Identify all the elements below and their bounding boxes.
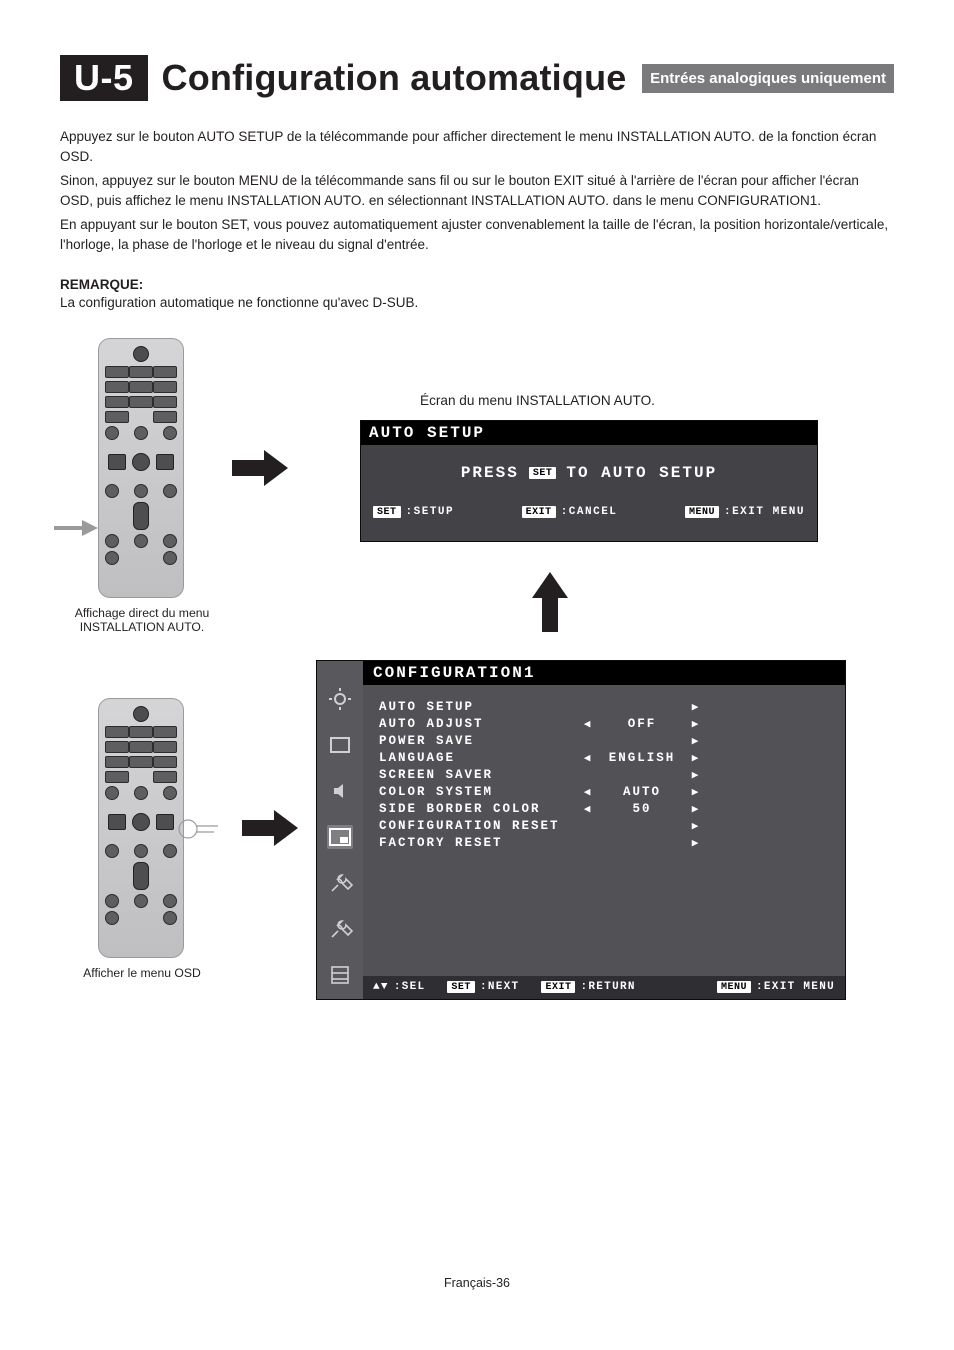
- section-code-badge: U-5: [60, 55, 148, 101]
- menu-item-value: OFF: [597, 717, 687, 731]
- remote1-caption: Affichage direct du menu INSTALLATION AU…: [72, 606, 212, 634]
- menu-item-name: SCREEN SAVER: [379, 768, 579, 782]
- paragraph-2: Sinon, appuyez sur le bouton MENU de la …: [60, 171, 894, 211]
- osd-sidebar: [317, 661, 363, 999]
- sidebar-brightness-icon: [327, 687, 353, 711]
- sidebar-screen-icon: [327, 733, 353, 757]
- foot-set-keycap: SET: [447, 981, 475, 993]
- osd-auto-setup-screen: AUTO SETUP PRESS SET TO AUTO SETUP SET :S…: [360, 420, 818, 542]
- remark-label: REMARQUE:: [60, 277, 894, 292]
- arrow-right-icon: ▶: [687, 802, 705, 816]
- pointing-hand-icon-2: [178, 816, 228, 842]
- arrow-right-icon: ▶: [687, 751, 705, 765]
- foot-menu-keycap: MENU: [685, 506, 719, 518]
- foot-exit-keycap: EXIT: [522, 506, 556, 518]
- osd-menu-item: COLOR SYSTEM◀AUTO▶: [379, 784, 829, 801]
- arrow-right-icon: ▶: [687, 717, 705, 731]
- osd-menu-item: FACTORY RESET ▶: [379, 835, 829, 852]
- menu-item-name: LANGUAGE: [379, 751, 579, 765]
- osd-configuration1-screen: CONFIGURATION1 AUTO SETUP▶AUTO ADJUST◀OF…: [316, 660, 846, 1000]
- press-text-right: TO AUTO SETUP: [566, 464, 717, 482]
- osd-menu-item: SCREEN SAVER ▶: [379, 767, 829, 784]
- paragraph-3: En appuyant sur le bouton SET, vous pouv…: [60, 215, 894, 255]
- osd-conf-header: CONFIGURATION1: [363, 661, 845, 685]
- arrow-left-icon: ◀: [579, 785, 597, 799]
- arrow-right-icon: ▶: [687, 785, 705, 799]
- foot-menu-keycap: MENU: [717, 981, 751, 993]
- arrow-left-icon: ◀: [579, 802, 597, 816]
- osd-menu-item: AUTO ADJUST◀OFF▶: [379, 716, 829, 733]
- arrow-right-icon: ▶: [687, 700, 705, 714]
- osd-auto-press-row: PRESS SET TO AUTO SETUP: [461, 464, 717, 482]
- foot-menu-label: :EXIT MENU: [756, 981, 835, 993]
- menu-item-name: FACTORY RESET: [379, 836, 579, 850]
- remote2-caption: Afficher le menu OSD: [72, 966, 212, 980]
- arrow-right-icon: ▶: [687, 819, 705, 833]
- remote-illustration-2: [98, 698, 184, 958]
- arrow-right-icon: ▶: [687, 768, 705, 782]
- sidebar-pip-icon: [327, 825, 353, 849]
- arrow-left-icon: ◀: [579, 751, 597, 765]
- arrow-right-icon: ▶: [687, 734, 705, 748]
- menu-item-value: AUTO: [597, 785, 687, 799]
- foot-set-label: :NEXT: [480, 981, 520, 993]
- osd-conf-items: AUTO SETUP▶AUTO ADJUST◀OFF▶POWER SAVE▶LA…: [363, 685, 845, 976]
- set-keycap: SET: [529, 467, 557, 479]
- menu-item-value: ENGLISH: [597, 751, 687, 765]
- foot-exit-label: :RETURN: [580, 981, 635, 993]
- foot-exit-keycap: EXIT: [541, 981, 575, 993]
- analog-input-badge: Entrées analogiques uniquement: [642, 64, 894, 93]
- osd-auto-title: Écran du menu INSTALLATION AUTO.: [420, 393, 655, 408]
- sidebar-tools2-icon: [327, 917, 353, 941]
- osd-menu-item: CONFIGURATION RESET ▶: [379, 818, 829, 835]
- paragraph-1: Appuyez sur le bouton AUTO SETUP de la t…: [60, 127, 894, 167]
- foot-sel-label: :SEL: [394, 981, 426, 993]
- sidebar-audio-icon: [327, 779, 353, 803]
- menu-item-name: SIDE BORDER COLOR: [379, 802, 579, 816]
- press-text-left: PRESS: [461, 464, 519, 482]
- foot-sel-icon: ▲▼: [373, 981, 389, 993]
- foot-set-keycap: SET: [373, 506, 401, 518]
- osd-menu-item: AUTO SETUP ▶: [379, 699, 829, 716]
- arrow-left-icon: ◀: [579, 717, 597, 731]
- arrow-right-icon: ▶: [687, 836, 705, 850]
- body-text: Appuyez sur le bouton AUTO SETUP de la t…: [60, 127, 894, 255]
- osd-menu-item: SIDE BORDER COLOR◀50▶: [379, 801, 829, 818]
- osd-auto-header: AUTO SETUP: [361, 421, 817, 445]
- foot-set-label: :SETUP: [406, 506, 455, 518]
- menu-item-name: AUTO SETUP: [379, 700, 579, 714]
- page-title: Configuration automatique: [162, 57, 627, 99]
- menu-item-name: AUTO ADJUST: [379, 717, 579, 731]
- foot-exit-label: :CANCEL: [561, 506, 618, 518]
- page-number: Français-36: [0, 1276, 954, 1290]
- arrow-right-icon: [230, 448, 290, 488]
- sidebar-tools1-icon: [327, 871, 353, 895]
- foot-menu-label: :EXIT MENU: [724, 506, 805, 518]
- osd-menu-item: POWER SAVE ▶: [379, 733, 829, 750]
- menu-item-name: CONFIGURATION RESET: [379, 819, 579, 833]
- remote-illustration-1: [98, 338, 184, 598]
- menu-item-name: POWER SAVE: [379, 734, 579, 748]
- menu-item-name: COLOR SYSTEM: [379, 785, 579, 799]
- osd-menu-item: LANGUAGE◀ENGLISH▶: [379, 750, 829, 767]
- sidebar-advanced-icon: [327, 963, 353, 987]
- pointing-hand-icon: [52, 508, 102, 538]
- arrow-right-icon-2: [240, 808, 300, 848]
- menu-item-value: 50: [597, 802, 687, 816]
- arrow-up-icon: [530, 568, 570, 634]
- remark-text: La configuration automatique ne fonction…: [60, 295, 894, 310]
